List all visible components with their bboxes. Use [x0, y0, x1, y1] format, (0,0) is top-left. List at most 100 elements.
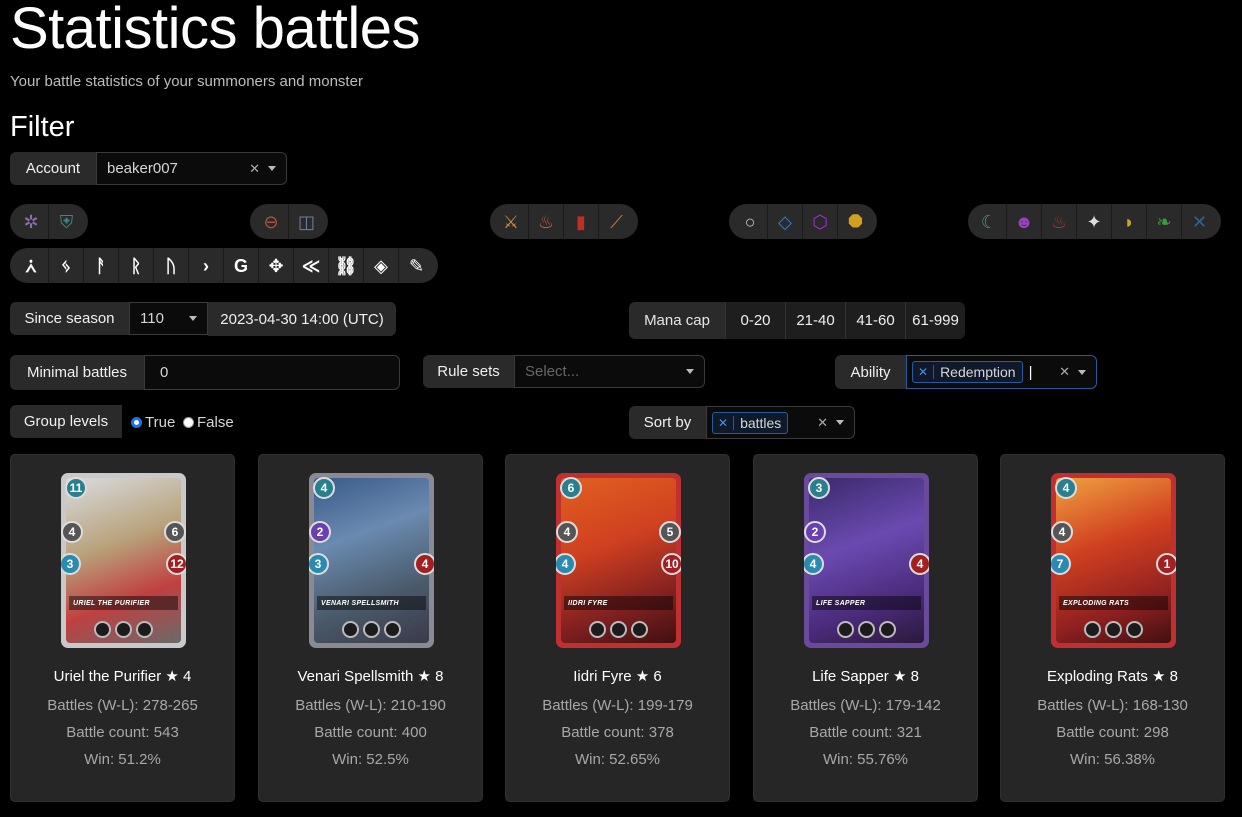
ability-icon [837, 621, 854, 638]
ability-icons [1051, 621, 1176, 638]
card-win: Win: 52.5% [332, 751, 409, 768]
clear-icon[interactable]: ✕ [817, 415, 828, 431]
blade-icon-button[interactable]: ⟋ [599, 204, 634, 239]
card-battle-count: Battle count: 543 [66, 724, 179, 741]
radio-true-dot[interactable] [131, 417, 142, 428]
season-date: 2023-04-30 14:00 (UTC) [208, 302, 396, 336]
monster-card[interactable]: VENARI SPELLSMITH 4 2 3 4 Venari Spellsm… [258, 454, 483, 802]
neutral-icon-button[interactable]: ✲ [14, 204, 49, 239]
armor-orb: 6 [164, 521, 186, 543]
card-image: LIFE SAPPER 3 2 4 4 [804, 473, 929, 648]
account-select[interactable]: beaker007 ✕ [96, 152, 287, 185]
remove-tag-icon[interactable]: ✕ [913, 365, 935, 379]
card-image: IIDRI FYRE 6 4 4 10 5 [556, 473, 681, 648]
filter-group-2: ⊖ ◫ [250, 204, 328, 239]
banner-icon: ▮ [576, 211, 586, 232]
rune-g-icon-button[interactable]: G [224, 248, 259, 283]
monster-card[interactable]: IIDRI FYRE 6 4 4 10 5 Iidri Fyre ★ 6 Bat… [505, 454, 730, 802]
monster-card[interactable]: LIFE SAPPER 3 2 4 4 Life Sapper ★ 8 Batt… [753, 454, 978, 802]
chevron-down-icon[interactable] [836, 420, 844, 425]
card-battles: Battles (W-L): 278-265 [47, 697, 198, 714]
card-name: Uriel the Purifier ★ 4 [53, 668, 192, 685]
card-banner: EXPLODING RATS [1059, 596, 1168, 610]
rule-sets-select[interactable]: Select... [514, 355, 705, 388]
diamond-icon-button[interactable]: ◇ [768, 204, 803, 239]
shield-icon-button[interactable]: ⛨ [49, 204, 84, 239]
double-chevron-icon-button[interactable]: ≪ [294, 248, 329, 283]
card-art [314, 478, 429, 643]
blade-icon: ⟋ [610, 211, 623, 232]
diamond-shield-icon-button[interactable]: ◈ [364, 248, 399, 283]
flag-icon: ᚨ [95, 255, 107, 276]
chevron-down-icon[interactable] [268, 166, 276, 171]
monster-card[interactable]: URIEL THE PURIFIER 11 4 3 12 6 Uriel the… [10, 454, 235, 802]
minimal-battles-input[interactable]: 0 [144, 355, 400, 390]
chevron-down-icon[interactable] [686, 369, 694, 374]
circle-icon-button[interactable]: ○ [733, 204, 768, 239]
monster-card[interactable]: EXPLODING RATS 4 4 7 1 Exploding Rats ★ … [1000, 454, 1225, 802]
rune-u-icon-button[interactable]: ᚢ [154, 248, 189, 283]
fire-icon: ♨ [1050, 211, 1068, 232]
water-icon-button[interactable]: ☾ [972, 204, 1007, 239]
fire-icon-button[interactable]: ♨ [1042, 204, 1077, 239]
minimal-battles-value: 0 [160, 364, 169, 381]
ability-icons [309, 621, 434, 638]
remove-tag-icon[interactable]: ✕ [713, 415, 735, 430]
hexagon-icon-button[interactable]: ⬡ [803, 204, 838, 239]
scroll-icon-button[interactable]: ✎ [399, 248, 434, 283]
mana-cap-option[interactable]: 61-999 [905, 302, 965, 339]
dragon-icon-button[interactable]: ❧ [1147, 204, 1182, 239]
sort-by-select[interactable]: ✕ battles ✕ [706, 406, 855, 439]
radio-false[interactable]: False [183, 414, 234, 431]
life-icon-button[interactable]: ✦ [1077, 204, 1112, 239]
death-icon: ☻ [1014, 211, 1034, 232]
card-battle-count: Battle count: 321 [809, 724, 922, 741]
mana-cap-label: Mana cap [629, 302, 725, 339]
arrow-a-icon-button[interactable]: ⩑ [14, 248, 49, 283]
bolt-icon-button[interactable]: ᛃ [49, 248, 84, 283]
health-orb: 10 [661, 553, 681, 575]
no-zero-icon-button[interactable]: ⊖ [254, 204, 289, 239]
season-select[interactable]: 110 [129, 302, 208, 335]
mana-cap-option[interactable]: 0-20 [725, 302, 785, 339]
clear-icon[interactable]: ✕ [1059, 364, 1070, 380]
flag-icon-button[interactable]: ᚨ [84, 248, 119, 283]
ability-select[interactable]: ✕ Redemption | ✕ [906, 355, 1097, 389]
ability-icon [1105, 621, 1122, 638]
ability-icon [342, 621, 359, 638]
double-chevron-icon: ≪ [301, 255, 321, 276]
banner-icon-button[interactable]: ▮ [564, 204, 599, 239]
card-win: Win: 51.2% [84, 751, 161, 768]
clear-icon[interactable]: ✕ [249, 161, 260, 177]
card-art [809, 478, 924, 643]
chevron-right-icon-button[interactable]: › [189, 248, 224, 283]
chevron-down-icon[interactable] [1078, 369, 1086, 375]
gold-icon-button[interactable]: ✕ [1182, 204, 1217, 239]
earth-icon-button[interactable]: ◗ [1112, 204, 1147, 239]
ability-icons [61, 621, 186, 638]
chain-icon-button[interactable]: ⛓ [329, 248, 364, 283]
cross-arrows-icon-button[interactable]: ✥ [259, 248, 294, 283]
tank-icon-button[interactable]: ◫ [289, 204, 324, 239]
health-orb: 4 [909, 553, 929, 575]
mana-cap-option[interactable]: 41-60 [845, 302, 905, 339]
rule-sets-label: Rule sets [423, 355, 514, 388]
ability-icon [115, 621, 132, 638]
health-orb: 12 [166, 553, 186, 575]
ability-icon [363, 621, 380, 638]
ability-tag-label: Redemption [940, 364, 1016, 380]
radio-true[interactable]: True [131, 414, 175, 431]
chevron-down-icon[interactable] [189, 316, 197, 321]
card-image: URIEL THE PURIFIER 11 4 3 12 6 [61, 473, 186, 648]
cake-icon-button[interactable]: ♨ [529, 204, 564, 239]
death-icon-button[interactable]: ☻ [1007, 204, 1042, 239]
mana-cap-option[interactable]: 21-40 [785, 302, 845, 339]
octagon-icon-button[interactable]: ⯃ [838, 204, 873, 239]
ability-icon [1084, 621, 1101, 638]
ability-icon [858, 621, 875, 638]
since-season-label: Since season [10, 302, 129, 335]
rune-r-icon-button[interactable]: ᚱ [119, 248, 154, 283]
sword-icon-button[interactable]: ⚔ [494, 204, 529, 239]
radio-false-dot[interactable] [183, 417, 194, 428]
attack-orb: 4 [556, 521, 578, 543]
